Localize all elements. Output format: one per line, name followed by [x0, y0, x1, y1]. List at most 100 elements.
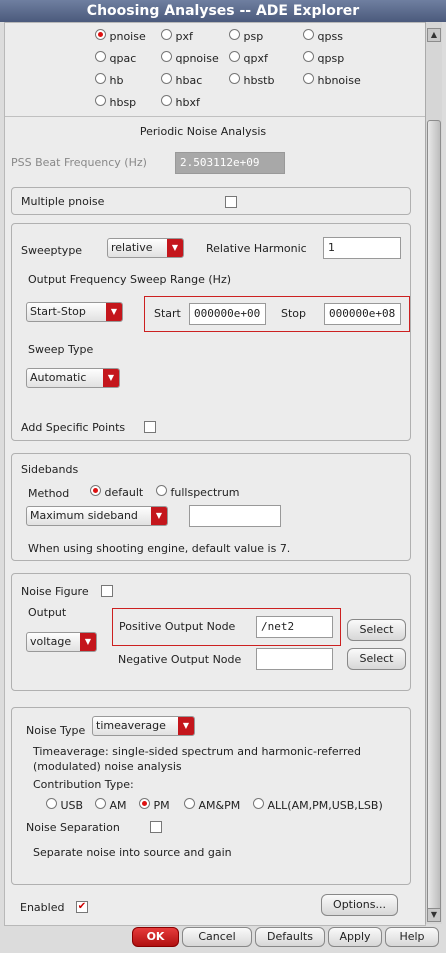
- sidebands-group: Sidebands Method default fullspectrum Ma…: [11, 453, 411, 561]
- radio-method-default[interactable]: default: [90, 485, 143, 499]
- radio-default-dot[interactable]: [90, 485, 101, 496]
- radio-fullspectrum-dot[interactable]: [156, 485, 167, 496]
- stop-field[interactable]: 000000e+08: [324, 303, 401, 325]
- chevron-down-icon: ▼: [151, 507, 167, 525]
- enabled-checkbox[interactable]: ✔: [76, 901, 88, 913]
- radio-qpxf[interactable]: qpxf: [229, 51, 268, 65]
- radio-hbxf[interactable]: hbxf: [161, 95, 200, 109]
- radio-hbstb[interactable]: hbstb: [229, 73, 274, 87]
- sweeptype-combo[interactable]: relative ▼: [107, 238, 184, 258]
- multiple-pnoise-checkbox[interactable]: [225, 196, 237, 208]
- sideband-mode-combo[interactable]: Maximum sideband ▼: [26, 506, 168, 526]
- apply-button[interactable]: Apply: [328, 927, 382, 947]
- radio-qpss-dot[interactable]: [303, 29, 314, 40]
- radio-ampm-dot[interactable]: [184, 798, 195, 809]
- radio-contrib-ampm[interactable]: AM&PM: [184, 798, 240, 812]
- radio-hb-dot[interactable]: [95, 73, 106, 84]
- radio-psp-dot[interactable]: [229, 29, 240, 40]
- noise-type-desc-line1: Timeaverage: single-sided spectrum and h…: [33, 745, 362, 758]
- scrollbar-thumb[interactable]: [427, 120, 441, 912]
- radio-hbac-dot[interactable]: [161, 73, 172, 84]
- chevron-down-icon: ▼: [80, 633, 96, 651]
- noise-type-label: Noise Type: [26, 724, 86, 737]
- defaults-button[interactable]: Defaults: [255, 927, 325, 947]
- radio-contrib-all[interactable]: ALL(AM,PM,USB,LSB): [253, 798, 383, 812]
- sideband-mode-value: Maximum sideband: [30, 509, 138, 522]
- chevron-down-icon: ▼: [167, 239, 183, 257]
- radio-method-fullspectrum[interactable]: fullspectrum: [156, 485, 240, 499]
- noise-type-value: timeaverage: [96, 719, 166, 732]
- positive-node-select-button[interactable]: Select: [347, 619, 406, 641]
- radio-pxf-dot[interactable]: [161, 29, 172, 40]
- multiple-pnoise-label: Multiple pnoise: [21, 195, 105, 208]
- section-title: Periodic Noise Analysis: [139, 125, 267, 138]
- negative-node-label: Negative Output Node: [118, 653, 242, 666]
- radio-qpsp-dot[interactable]: [303, 51, 314, 62]
- cancel-button[interactable]: Cancel: [182, 927, 252, 947]
- sideband-value-field[interactable]: [189, 505, 281, 527]
- add-points-label: Add Specific Points: [21, 421, 126, 434]
- sweep-range-label: Output Frequency Sweep Range (Hz): [28, 273, 232, 286]
- radio-pnoise-dot[interactable]: [95, 29, 106, 40]
- radio-qpac-dot[interactable]: [95, 51, 106, 62]
- sweep-type-value: Automatic: [30, 371, 87, 384]
- help-button[interactable]: Help: [385, 927, 439, 947]
- chevron-down-icon: ▼: [106, 303, 122, 321]
- noise-separation-checkbox[interactable]: [150, 821, 162, 833]
- radio-hbnoise[interactable]: hbnoise: [303, 73, 361, 87]
- radio-qpnoise[interactable]: qpnoise: [161, 51, 219, 65]
- noise-type-group: Noise Type timeaverage ▼ Timeaverage: si…: [11, 707, 411, 885]
- positive-node-field[interactable]: /net2: [256, 616, 333, 638]
- radio-contrib-usb[interactable]: USB: [46, 798, 83, 812]
- chevron-down-icon: ▼: [103, 369, 119, 387]
- radio-hbnoise-dot[interactable]: [303, 73, 314, 84]
- options-button[interactable]: Options...: [321, 894, 398, 916]
- radio-am-dot[interactable]: [95, 798, 106, 809]
- noise-separation-label: Noise Separation: [26, 821, 120, 834]
- chevron-down-icon: ▼: [178, 717, 194, 735]
- negative-node-select-button[interactable]: Select: [347, 648, 406, 670]
- add-points-checkbox[interactable]: [144, 421, 156, 433]
- scroll-up-icon[interactable]: ▲: [427, 28, 441, 42]
- radio-qpxf-dot[interactable]: [229, 51, 240, 62]
- scroll-down-icon[interactable]: ▼: [427, 908, 441, 922]
- radio-pnoise[interactable]: pnoise: [95, 29, 146, 43]
- radio-qpnoise-dot[interactable]: [161, 51, 172, 62]
- radio-qpss[interactable]: qpss: [303, 29, 343, 43]
- radio-contrib-pm[interactable]: PM: [139, 798, 170, 812]
- radio-hb[interactable]: hb: [95, 73, 123, 87]
- radio-usb-dot[interactable]: [46, 798, 57, 809]
- sweep-group: Sweeptype relative ▼ Relative Harmonic 1…: [11, 223, 411, 441]
- enabled-label: Enabled: [20, 901, 65, 914]
- noise-type-desc-line2: (modulated) noise analysis: [33, 760, 182, 773]
- radio-qpac[interactable]: qpac: [95, 51, 136, 65]
- sidebands-note: When using shooting engine, default valu…: [28, 542, 291, 555]
- radio-all-dot[interactable]: [253, 798, 264, 809]
- contribution-label: Contribution Type:: [33, 778, 134, 791]
- rel-harmonic-label: Relative Harmonic: [206, 242, 307, 255]
- negative-node-field[interactable]: [256, 648, 333, 670]
- radio-hbsp[interactable]: hbsp: [95, 95, 136, 109]
- noise-type-combo[interactable]: timeaverage ▼: [92, 716, 195, 736]
- radio-pxf[interactable]: pxf: [161, 29, 193, 43]
- output-label: Output: [28, 606, 67, 619]
- radio-hbstb-dot[interactable]: [229, 73, 240, 84]
- radio-psp[interactable]: psp: [229, 29, 263, 43]
- radio-hbsp-dot[interactable]: [95, 95, 106, 106]
- start-field[interactable]: 000000e+00: [189, 303, 266, 325]
- rel-harmonic-field[interactable]: 1: [323, 237, 401, 259]
- positive-node-label: Positive Output Node: [119, 620, 236, 633]
- range-mode-combo[interactable]: Start-Stop ▼: [26, 302, 123, 322]
- pss-beat-label: PSS Beat Frequency (Hz): [11, 156, 147, 169]
- output-value: voltage: [30, 635, 72, 648]
- sweep-type-combo[interactable]: Automatic ▼: [26, 368, 120, 388]
- radio-pm-dot[interactable]: [139, 798, 150, 809]
- radio-hbac[interactable]: hbac: [161, 73, 202, 87]
- radio-hbxf-dot[interactable]: [161, 95, 172, 106]
- noise-figure-checkbox[interactable]: [101, 585, 113, 597]
- ok-button[interactable]: OK: [132, 927, 179, 947]
- output-combo[interactable]: voltage ▼: [26, 632, 97, 652]
- radio-qpsp[interactable]: qpsp: [303, 51, 344, 65]
- start-label: Start: [154, 307, 181, 320]
- radio-contrib-am[interactable]: AM: [95, 798, 127, 812]
